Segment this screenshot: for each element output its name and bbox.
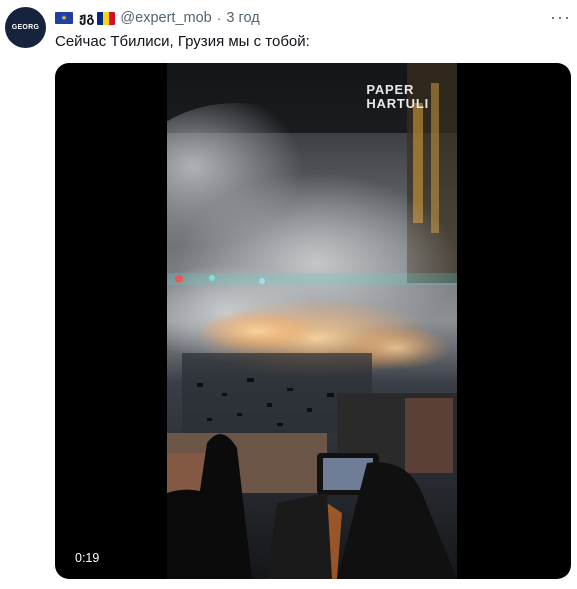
tweet[interactable]: GEORG ★ ჟგ @expert_mob · 3 год ··· Сейча…: [0, 0, 577, 589]
avatar-text: GEORG: [11, 24, 40, 31]
romania-flag-icon: [97, 11, 116, 25]
author-name[interactable]: ჟგ: [79, 11, 94, 26]
more-dots-icon[interactable]: ···: [550, 8, 571, 26]
separator-dot: ·: [216, 10, 222, 26]
watermark-line-2: HARTULI: [366, 96, 429, 111]
video-frame[interactable]: PAPER HARTULI: [167, 63, 457, 579]
author-handle[interactable]: @expert_mob: [120, 10, 211, 26]
video-player[interactable]: PAPER HARTULI 0:19: [55, 63, 571, 579]
timestamp[interactable]: 3 год: [226, 10, 259, 26]
video-still-image: [167, 63, 457, 579]
watermark-line-1: PAPER: [366, 82, 415, 97]
eu-flag-icon: ★: [55, 12, 73, 24]
tweet-text: Сейчас Тбилиси, Грузия мы с тобой:: [55, 33, 310, 50]
watermark: PAPER HARTULI: [366, 83, 429, 111]
video-duration: 0:19: [69, 549, 106, 567]
tweet-header: ★ ჟგ @expert_mob · 3 год: [55, 8, 260, 28]
avatar[interactable]: GEORG: [5, 7, 46, 48]
